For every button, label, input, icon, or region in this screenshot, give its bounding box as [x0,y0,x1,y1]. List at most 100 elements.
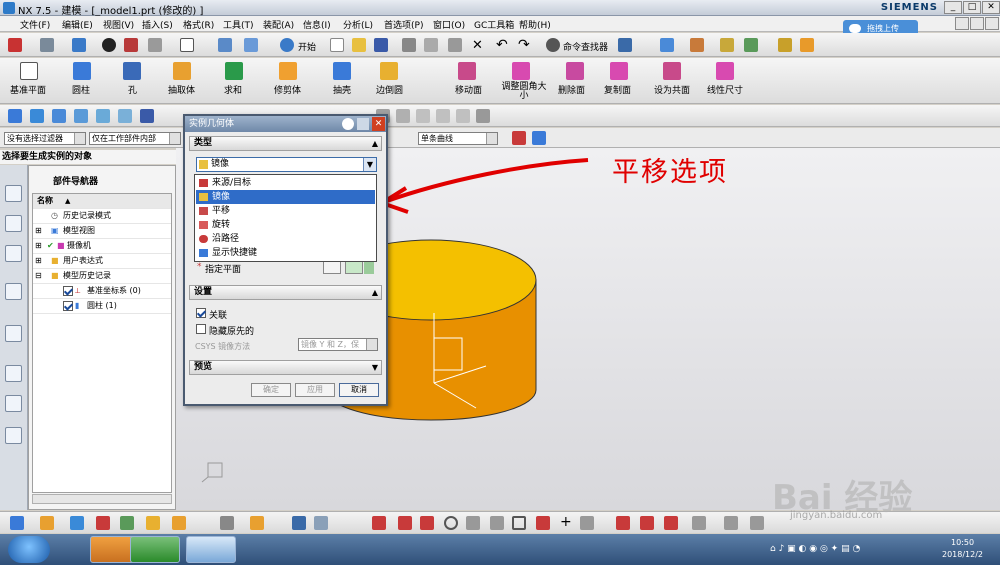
tool-icon[interactable] [70,516,84,530]
datum-plane-icon[interactable] [20,62,38,80]
save-icon[interactable] [374,38,388,52]
line-icon[interactable] [398,516,412,530]
new-icon[interactable] [330,38,344,52]
background-icon[interactable] [180,38,194,52]
binoculars-icon[interactable] [546,38,560,52]
tree-row[interactable]: ⟂ 基准坐标系 (0) [33,284,171,299]
snap-point-icon[interactable] [512,131,526,145]
edge-icon[interactable] [96,109,110,123]
constraint-icon[interactable] [724,516,738,530]
corner-icon[interactable] [664,516,678,530]
assembly-icon[interactable] [660,38,674,52]
cylinder-icon[interactable] [73,62,91,80]
tool-icon[interactable] [220,516,234,530]
copy-face-label[interactable]: 复制面 [604,83,631,96]
delete-icon[interactable]: ✕ [472,38,483,53]
rectangle-icon[interactable] [512,516,526,530]
curve-rule-combo[interactable]: 单条曲线 [418,132,498,145]
command-finder-button[interactable]: 命令查找器 [563,40,608,53]
start-icon[interactable] [280,38,294,52]
part-navigator-icon[interactable] [5,245,22,262]
point-icon[interactable] [74,109,88,123]
doc-close-button[interactable] [985,17,999,30]
copy-icon[interactable] [424,38,438,52]
extract-body-icon[interactable] [173,62,191,80]
roles-icon[interactable] [5,427,22,444]
make-coplanar-icon[interactable] [663,62,681,80]
cube-icon[interactable] [532,131,546,145]
reuse-library-icon[interactable] [5,395,22,412]
menu-help[interactable]: 帮助(H) [519,18,551,31]
clock-icon[interactable] [5,365,22,382]
menu-gc-toolbox[interactable]: GC工具箱 [474,18,514,31]
select-icon[interactable] [8,109,22,123]
render-style-icon[interactable] [40,38,54,52]
start-menu[interactable]: 开始 [298,40,316,53]
face-icon[interactable] [118,109,132,123]
ok-button[interactable]: 确定 [251,383,291,397]
maximize-button[interactable]: □ [963,1,981,14]
rect-icon[interactable] [456,109,470,123]
menu-view[interactable]: 视图(V) [103,18,134,31]
tree-row[interactable]: ⊟ ■ 模型历史记录 [33,269,171,284]
display-settings-icon[interactable] [744,38,758,52]
paste-icon[interactable] [448,38,462,52]
tool-icon[interactable] [146,516,160,530]
extend-icon[interactable] [640,516,654,530]
delete-face-label[interactable]: 删除面 [558,83,585,96]
taskbar-clock[interactable]: 10:50 2018/12/2 [942,537,983,561]
shading-icon[interactable] [102,38,116,52]
hole-icon[interactable] [123,62,141,80]
tool-icon[interactable] [10,516,24,530]
arc-icon[interactable] [420,516,434,530]
move-face-icon[interactable] [458,62,476,80]
edge-blend-label[interactable]: 边倒圆 [376,83,403,96]
shell-label[interactable]: 抽壳 [333,83,351,96]
trim-body-label[interactable]: 修剪体 [274,83,301,96]
cube-view-icon[interactable] [72,38,86,52]
tool-icon[interactable] [40,516,54,530]
expand-icon[interactable]: ⊞ [35,254,42,268]
menu-insert[interactable]: 插入(S) [142,18,173,31]
cylinder-label[interactable]: 圆柱 [72,83,90,96]
make-coplanar-label[interactable]: 设为共面 [654,83,690,96]
selection-filter-combo[interactable]: 没有选择过滤器 [4,132,86,145]
datum-plane-label[interactable]: 基准平面 [10,83,46,96]
history-icon[interactable] [5,283,22,300]
body-icon[interactable] [140,109,154,123]
rotate-icon[interactable] [244,38,258,52]
menu-file[interactable]: 文件(F) [20,18,50,31]
system-tray[interactable]: ⌂ ♪ ▣ ◐ ◉ ◎ ✦ ▤ ◔ [770,544,930,558]
orient-icon[interactable] [218,38,232,52]
doc-restore-button[interactable] [970,17,984,30]
triangle-icon[interactable] [416,109,430,123]
option-translate[interactable]: 平移 [196,204,375,218]
apply-button[interactable]: 应用 [295,383,335,397]
move-face-label[interactable]: 移动面 [455,83,482,96]
doc-minimize-button[interactable] [955,17,969,30]
taskbar-app-nx[interactable] [186,536,236,563]
copy-face-icon[interactable] [610,62,628,80]
expand-icon[interactable]: ⊞ [35,224,42,238]
menu-assembly[interactable]: 装配(A) [263,18,294,31]
cancel-button[interactable]: 取消 [339,383,379,397]
tool-icon[interactable] [172,516,186,530]
filter-icon[interactable] [30,109,44,123]
tree-row[interactable]: ▮ 圆柱 (1) [33,299,171,314]
type-select[interactable]: 镜像 ▼ [196,157,377,172]
option-mirror[interactable]: 镜像 [196,190,375,204]
visibility-checkbox[interactable] [63,301,73,311]
trim-icon[interactable] [616,516,630,530]
display-icon[interactable] [148,38,162,52]
new-file-icon[interactable] [8,38,22,52]
spline-icon[interactable] [536,516,550,530]
visibility-checkbox[interactable] [63,286,73,296]
close-button[interactable]: ✕ [982,1,1000,14]
tool-icon[interactable] [120,516,134,530]
analysis-icon[interactable] [690,38,704,52]
hide-original-checkbox[interactable] [196,324,206,334]
constraint-navigator-icon[interactable] [5,215,22,232]
extract-body-label[interactable]: 抽取体 [168,83,195,96]
settings-section-header[interactable]: 设置 ▲ [189,285,382,300]
shell-icon[interactable] [333,62,351,80]
